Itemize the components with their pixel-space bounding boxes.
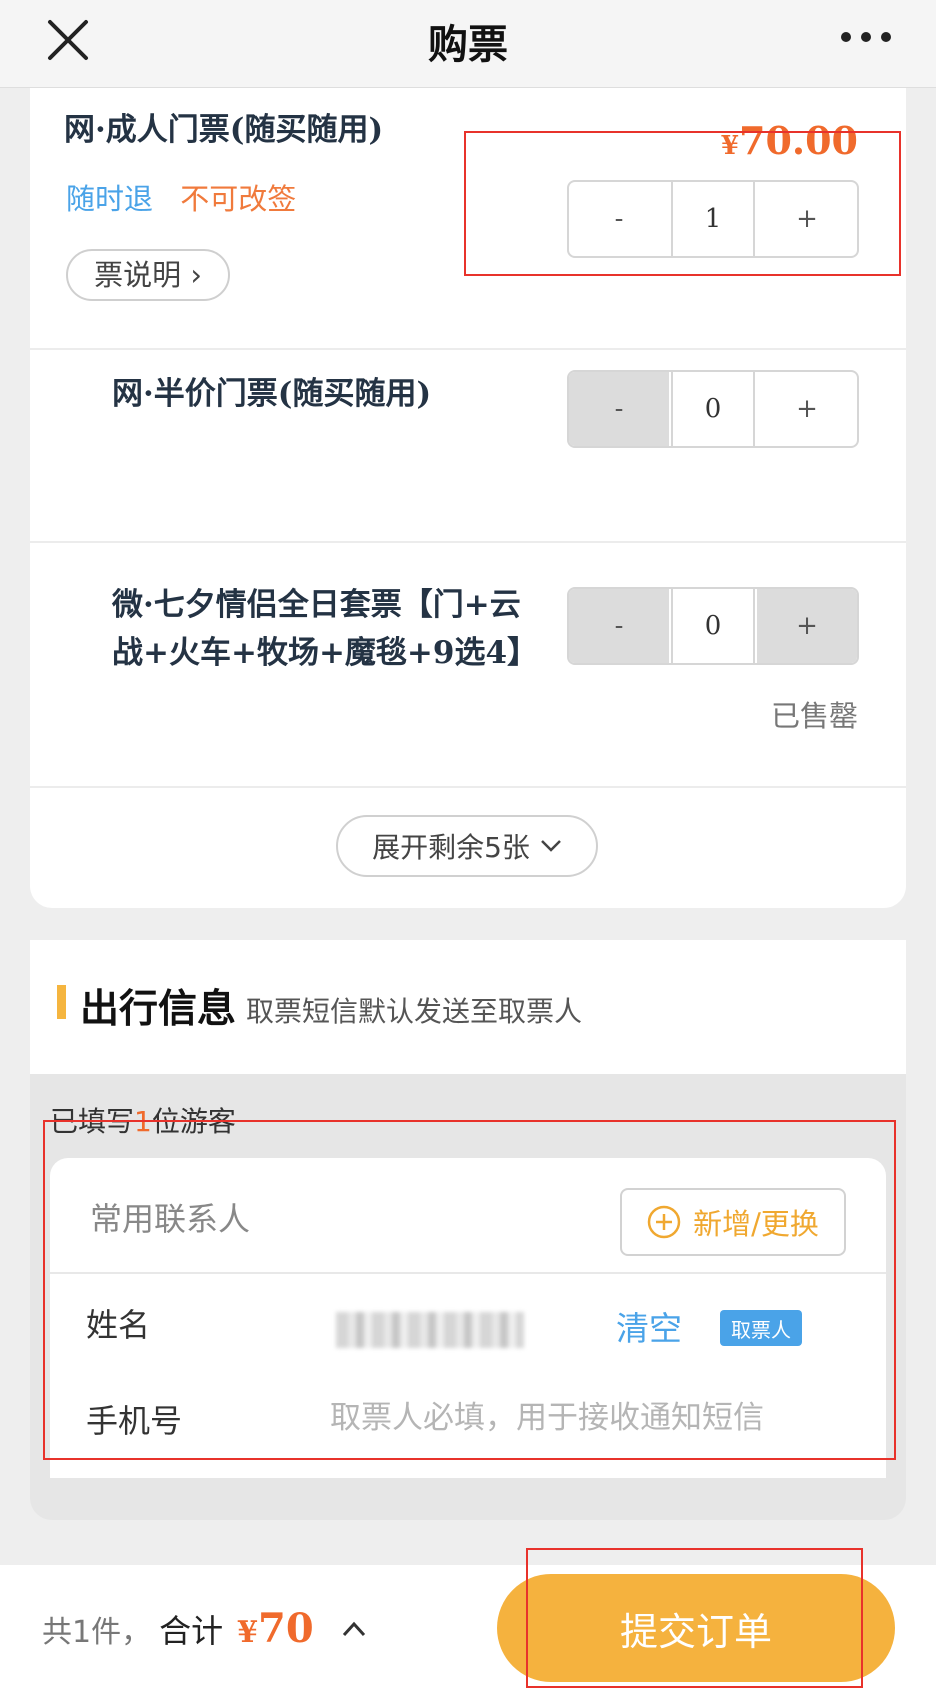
section-subtitle: 取票短信默认发送至取票人: [246, 995, 583, 1028]
ticket-picker-badge: 取票人: [720, 1310, 802, 1346]
ticket-description-button[interactable]: 票说明 ›: [66, 249, 230, 301]
plus-circle-icon: [647, 1205, 681, 1239]
more-icon[interactable]: [838, 22, 894, 52]
section-title: 出行信息: [80, 987, 237, 1032]
increase-button[interactable]: +: [757, 372, 857, 446]
total-label: 合计: [159, 1612, 224, 1650]
ticket-row-couple-package: 微·七夕情侣全日套票【门+云 战+火车+牧场+魔毯+9选4】 - 0 + 已售罄: [30, 543, 906, 788]
filled-count: 1: [134, 1105, 152, 1138]
filled-suffix: 位游客: [151, 1105, 236, 1138]
ticket-description-label: 票说明: [94, 258, 182, 292]
currency-symbol: ¥: [237, 1615, 258, 1650]
order-summary-bar: 共1件， 合计 ¥70 提交订单: [0, 1565, 936, 1695]
quantity-value[interactable]: 1: [671, 182, 755, 256]
quantity-value[interactable]: 0: [671, 372, 755, 446]
decrease-button[interactable]: -: [569, 589, 669, 663]
increase-button[interactable]: +: [757, 182, 857, 256]
top-navigation-bar: 购票: [0, 0, 936, 88]
name-label: 姓名: [86, 1306, 151, 1344]
currency-symbol: ¥: [720, 131, 739, 161]
chevron-down-icon: [541, 840, 561, 852]
expand-more-tickets-button[interactable]: 展开剩余5张: [336, 815, 598, 877]
refund-tag: 随时退: [66, 182, 154, 216]
quantity-value[interactable]: 0: [671, 589, 755, 663]
sold-out-label: 已售罄: [770, 699, 858, 733]
page-title: 购票: [428, 22, 508, 68]
chevron-right-icon: ›: [190, 258, 202, 292]
phone-input[interactable]: [330, 1394, 850, 1442]
frequent-contacts-label: 常用联系人: [90, 1200, 251, 1238]
price-value: 70.00: [739, 118, 858, 163]
ticket-name-line: 战+火车+牧场+魔毯+9选4】: [112, 635, 539, 671]
visitor-form: 常用联系人 新增/更换 姓名 清空 取票人 手机号: [50, 1158, 886, 1478]
clear-button[interactable]: 清空: [616, 1302, 682, 1350]
decrease-button[interactable]: -: [569, 372, 669, 446]
ticket-name: 微·七夕情侣全日套票【门+云 战+火车+牧场+魔毯+9选4】: [112, 581, 538, 677]
ticket-name: 网·半价门票(随买随用): [112, 376, 432, 412]
filled-visitors-text: 已填写1位游客: [50, 1100, 236, 1140]
ticket-row-adult: 网·成人门票(随买随用) 随时退 不可改签 票说明 › ¥70.00 - 1 +: [30, 88, 906, 350]
expand-label: 展开剩余5张: [372, 831, 530, 864]
increase-button[interactable]: +: [757, 589, 857, 663]
travel-info-card: 出行信息 取票短信默认发送至取票人 已填写1位游客 常用联系人 新增/更换 姓名…: [30, 940, 906, 1520]
ticket-tags: 随时退 不可改签: [66, 176, 296, 218]
filled-prefix: 已填写: [50, 1105, 135, 1138]
ticket-name-line: 微·七夕情侣全日套票【门+云: [112, 587, 521, 623]
ticket-row-half-price: 网·半价门票(随买随用) - 0 +: [30, 350, 906, 543]
ticket-price: ¥70.00: [721, 118, 858, 163]
quantity-stepper: - 0 +: [567, 587, 859, 665]
quantity-stepper: - 0 +: [567, 370, 859, 448]
name-value-blurred[interactable]: [336, 1312, 524, 1348]
chevron-up-icon[interactable]: [340, 1619, 368, 1639]
travel-info-header: 出行信息 取票短信默认发送至取票人: [30, 940, 906, 1074]
total-amount: ¥70: [237, 1605, 314, 1652]
order-summary[interactable]: 共1件， 合计 ¥70: [42, 1605, 368, 1652]
submit-order-button[interactable]: 提交订单: [497, 1574, 895, 1682]
phone-label: 手机号: [86, 1402, 183, 1440]
ticket-name: 网·成人门票(随买随用): [64, 112, 384, 148]
no-change-tag: 不可改签: [180, 182, 297, 216]
quantity-stepper: - 1 +: [567, 180, 859, 258]
item-count: 共1件，: [42, 1615, 152, 1650]
add-replace-contact-button[interactable]: 新增/更换: [620, 1188, 846, 1256]
add-replace-label: 新增/更换: [693, 1207, 819, 1241]
total-value: 70: [257, 1605, 314, 1652]
ticket-list-card: 网·成人门票(随买随用) 随时退 不可改签 票说明 › ¥70.00 - 1 +…: [30, 88, 906, 908]
decrease-button[interactable]: -: [569, 182, 669, 256]
section-accent-bar: [57, 985, 66, 1019]
divider: [50, 1272, 886, 1274]
